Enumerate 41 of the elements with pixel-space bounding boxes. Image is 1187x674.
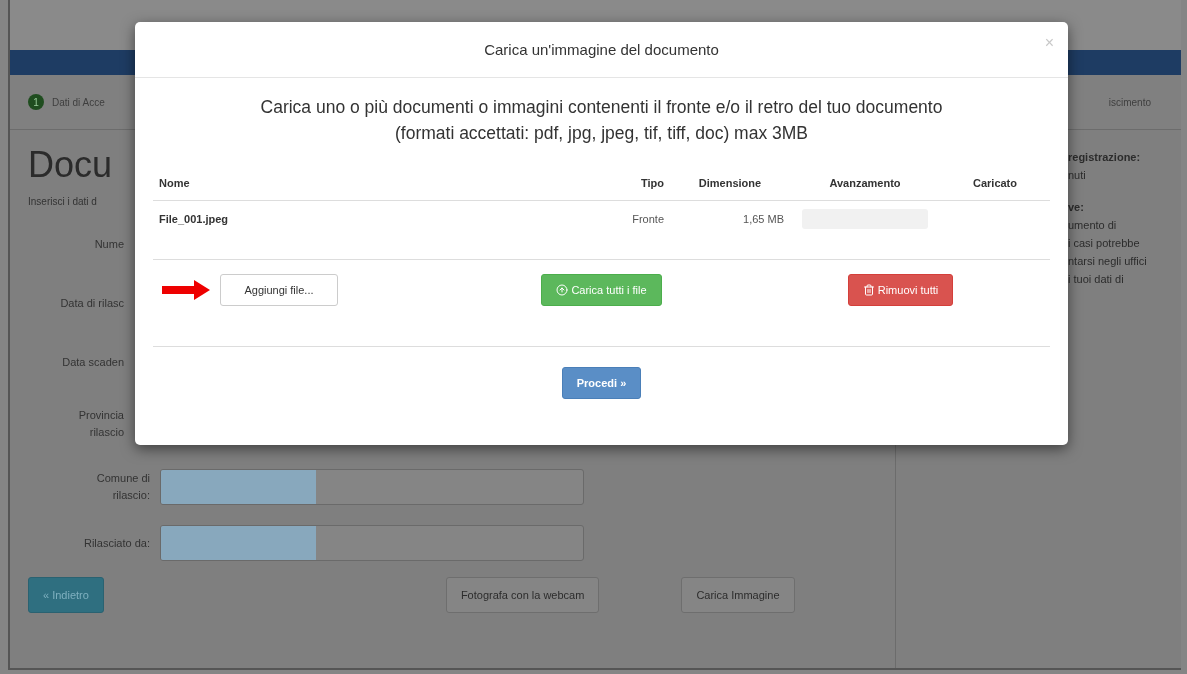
column-header: Tipo: [610, 166, 670, 201]
step-label: iscimento: [1108, 96, 1151, 108]
back-button[interactable]: « Indietro: [28, 577, 104, 613]
step-label: Dati di Acce: [52, 96, 105, 108]
sidebar-text: umento di: [1068, 218, 1118, 233]
sidebar-text: ntarsi negli uffici: [1068, 254, 1148, 269]
file-name: File_001.jpeg: [158, 212, 230, 227]
sidebar-text: nuti: [1068, 168, 1087, 183]
trash-icon: [862, 284, 875, 296]
proceed-button[interactable]: Procedi »: [561, 367, 642, 399]
field-label: Nume: [93, 236, 124, 252]
field-label: Rilasciato da:: [82, 535, 150, 551]
file-type: Fronte: [631, 212, 665, 227]
step-number: 1: [28, 94, 44, 110]
remove-all-button[interactable]: Rimuovi tutti: [847, 274, 954, 306]
sidebar-heading: ve:: [1068, 200, 1085, 215]
upload-all-button[interactable]: Carica tutti i file: [541, 274, 662, 306]
arrow-icon: [162, 280, 210, 300]
field-label: Data di rilasc: [59, 295, 124, 311]
instruction-text: Carica uno o più documenti o immagini contenenti il fronte e/o il retro del tuo documento: [260, 96, 943, 119]
page-title: Docu: [28, 144, 113, 186]
field-label: Comune di: [95, 471, 150, 486]
column-header: Avanzamento: [790, 166, 940, 201]
action-button[interactable]: Carica Immagine: [681, 577, 795, 613]
column-header: Dimensione: [670, 166, 790, 201]
input-field[interactable]: [160, 525, 584, 561]
column-header: Nome: [153, 166, 610, 201]
instruction-text: (formati accettati: pdf, jpg, jpeg, tif, tiff, doc) max 3MB: [394, 122, 808, 145]
field-label: Data scaden: [61, 354, 124, 370]
file-size: 1,65 MB: [742, 212, 785, 227]
field-label: rilascio:: [111, 488, 150, 503]
field-label: rilascio: [88, 425, 124, 440]
intro-text: Inserisci i dati d: [28, 196, 98, 207]
add-file-button[interactable]: Aggiungi file...: [220, 274, 338, 306]
input-field[interactable]: [160, 469, 584, 505]
field-label: Provincia: [77, 408, 124, 423]
dialog-title: Carica un'immagine del documento: [484, 41, 719, 58]
action-button[interactable]: Fotografa con la webcam: [445, 577, 600, 613]
column-header: Caricato: [940, 166, 1050, 201]
sidebar-heading: registrazione:: [1068, 150, 1142, 165]
upload-icon: [556, 284, 569, 296]
